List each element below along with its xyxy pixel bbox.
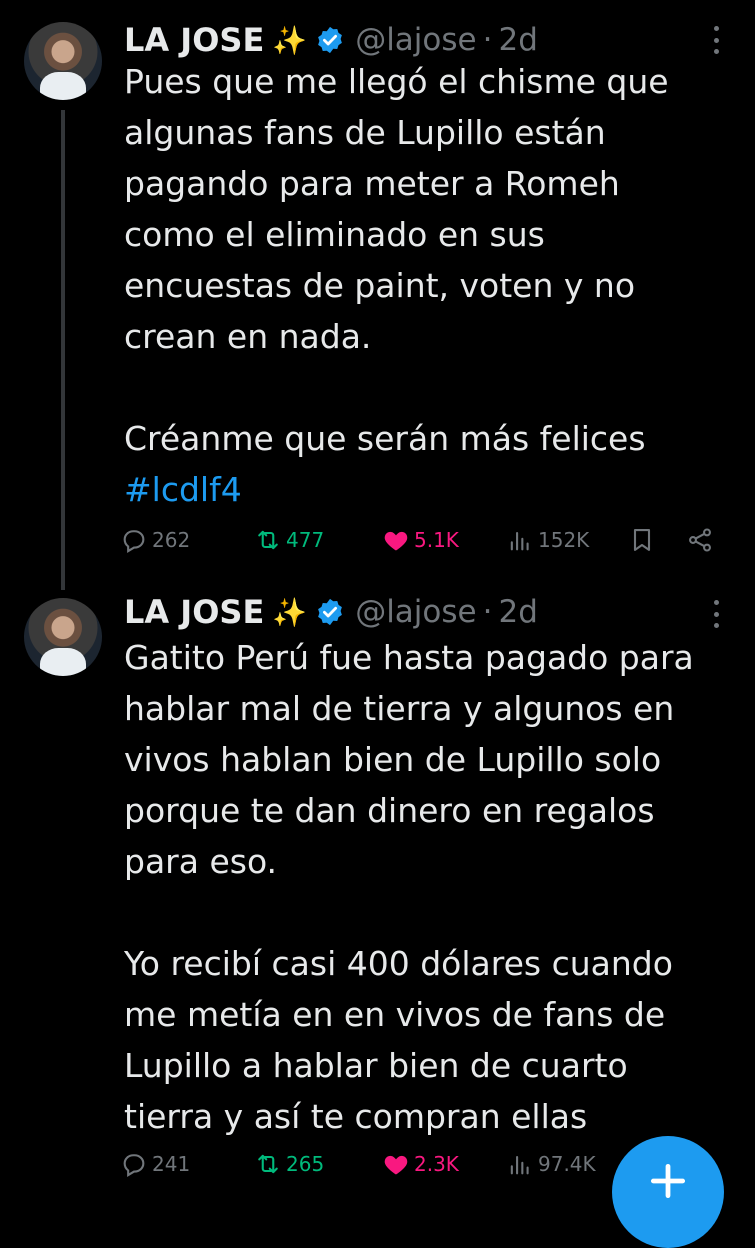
like-icon bbox=[384, 1155, 408, 1175]
like-icon bbox=[384, 531, 408, 551]
compose-button[interactable] bbox=[612, 1136, 724, 1248]
text-line: encuestas de paint, voten y no bbox=[124, 266, 636, 305]
display-name[interactable]: LA JOSE bbox=[124, 21, 264, 59]
text-line: como el eliminado en sus bbox=[124, 215, 545, 254]
separator-dot: · bbox=[482, 594, 493, 630]
text-line: para eso. bbox=[124, 842, 278, 881]
reply-button[interactable]: 241 bbox=[120, 1150, 190, 1178]
like-button[interactable]: 2.3K bbox=[382, 1150, 459, 1178]
text-line: algunas fans de Lupillo están bbox=[124, 113, 606, 152]
text-line: pagando para meter a Romeh bbox=[124, 164, 620, 203]
views-icon bbox=[510, 531, 529, 551]
retweet-count: 265 bbox=[286, 1152, 325, 1176]
text-line: Gatito Perú fue hasta pagado para bbox=[124, 638, 694, 677]
timestamp[interactable]: 2d bbox=[498, 22, 537, 58]
more-icon[interactable] bbox=[713, 26, 719, 54]
retweet-count: 477 bbox=[286, 528, 325, 552]
views-button[interactable]: 152K bbox=[506, 526, 589, 554]
reply-icon bbox=[123, 1154, 145, 1177]
retweet-button[interactable]: 477 bbox=[254, 526, 324, 554]
handle[interactable]: @lajose bbox=[355, 22, 476, 58]
retweet-icon bbox=[258, 530, 278, 550]
like-button[interactable]: 5.1K bbox=[382, 526, 459, 554]
sparkle-emoji: ✨ bbox=[272, 595, 308, 629]
text-line: vivos hablan bien de Lupillo solo bbox=[124, 740, 662, 779]
handle[interactable]: @lajose bbox=[355, 594, 476, 630]
views-icon bbox=[510, 1155, 529, 1175]
avatar[interactable] bbox=[24, 598, 102, 676]
verified-badge-icon bbox=[318, 26, 343, 54]
views-button[interactable]: 97.4K bbox=[506, 1150, 596, 1178]
text-line: crean en nada. bbox=[124, 317, 372, 356]
verified-badge-icon bbox=[318, 598, 343, 626]
text-line: Yo recibí casi 400 dólares cuando bbox=[124, 944, 673, 983]
tweet-text: Gatito Perú fue hasta pagado para hablar… bbox=[124, 632, 734, 1142]
text-line: Lupillo a hablar bien de cuarto bbox=[124, 1046, 628, 1085]
text-line: porque te dan dinero en regalos bbox=[124, 791, 655, 830]
text-line: me metía en en vivos de fans de bbox=[124, 995, 666, 1034]
reply-count: 241 bbox=[152, 1152, 191, 1176]
views-count: 97.4K bbox=[538, 1152, 596, 1176]
more-icon[interactable] bbox=[713, 600, 719, 628]
reply-icon bbox=[123, 530, 145, 553]
action-bar: 262 477 5.1K 152K bbox=[120, 526, 720, 562]
share-button[interactable] bbox=[686, 526, 718, 554]
tweet-header: LA JOSE ✨ @lajose · 2d bbox=[124, 590, 538, 634]
display-name[interactable]: LA JOSE bbox=[124, 593, 264, 631]
sparkle-emoji: ✨ bbox=[272, 23, 308, 57]
share-icon bbox=[689, 528, 711, 552]
hashtag-link[interactable]: #lcdlf4 bbox=[124, 464, 734, 515]
text-line: hablar mal de tierra y algunos en bbox=[124, 689, 675, 728]
bookmark-button[interactable] bbox=[628, 526, 660, 554]
retweet-button[interactable]: 265 bbox=[254, 1150, 324, 1178]
text-line: tierra y así te compran ellas bbox=[124, 1097, 588, 1136]
reply-button[interactable]: 262 bbox=[120, 526, 190, 554]
separator-dot: · bbox=[482, 22, 493, 58]
timestamp[interactable]: 2d bbox=[498, 594, 537, 630]
retweet-icon bbox=[258, 1154, 278, 1174]
tweet-text: Pues que me llegó el chisme que algunas … bbox=[124, 56, 734, 515]
like-count: 2.3K bbox=[414, 1152, 459, 1176]
text-line: Créanme que serán más felices bbox=[124, 419, 646, 458]
text-line: Pues que me llegó el chisme que bbox=[124, 62, 669, 101]
like-count: 5.1K bbox=[414, 528, 459, 552]
views-count: 152K bbox=[538, 528, 590, 552]
compose-icon bbox=[650, 1163, 686, 1199]
reply-count: 262 bbox=[152, 528, 191, 552]
avatar[interactable] bbox=[24, 22, 102, 100]
bookmark-icon bbox=[633, 529, 651, 551]
thread-connector-line bbox=[61, 110, 65, 590]
